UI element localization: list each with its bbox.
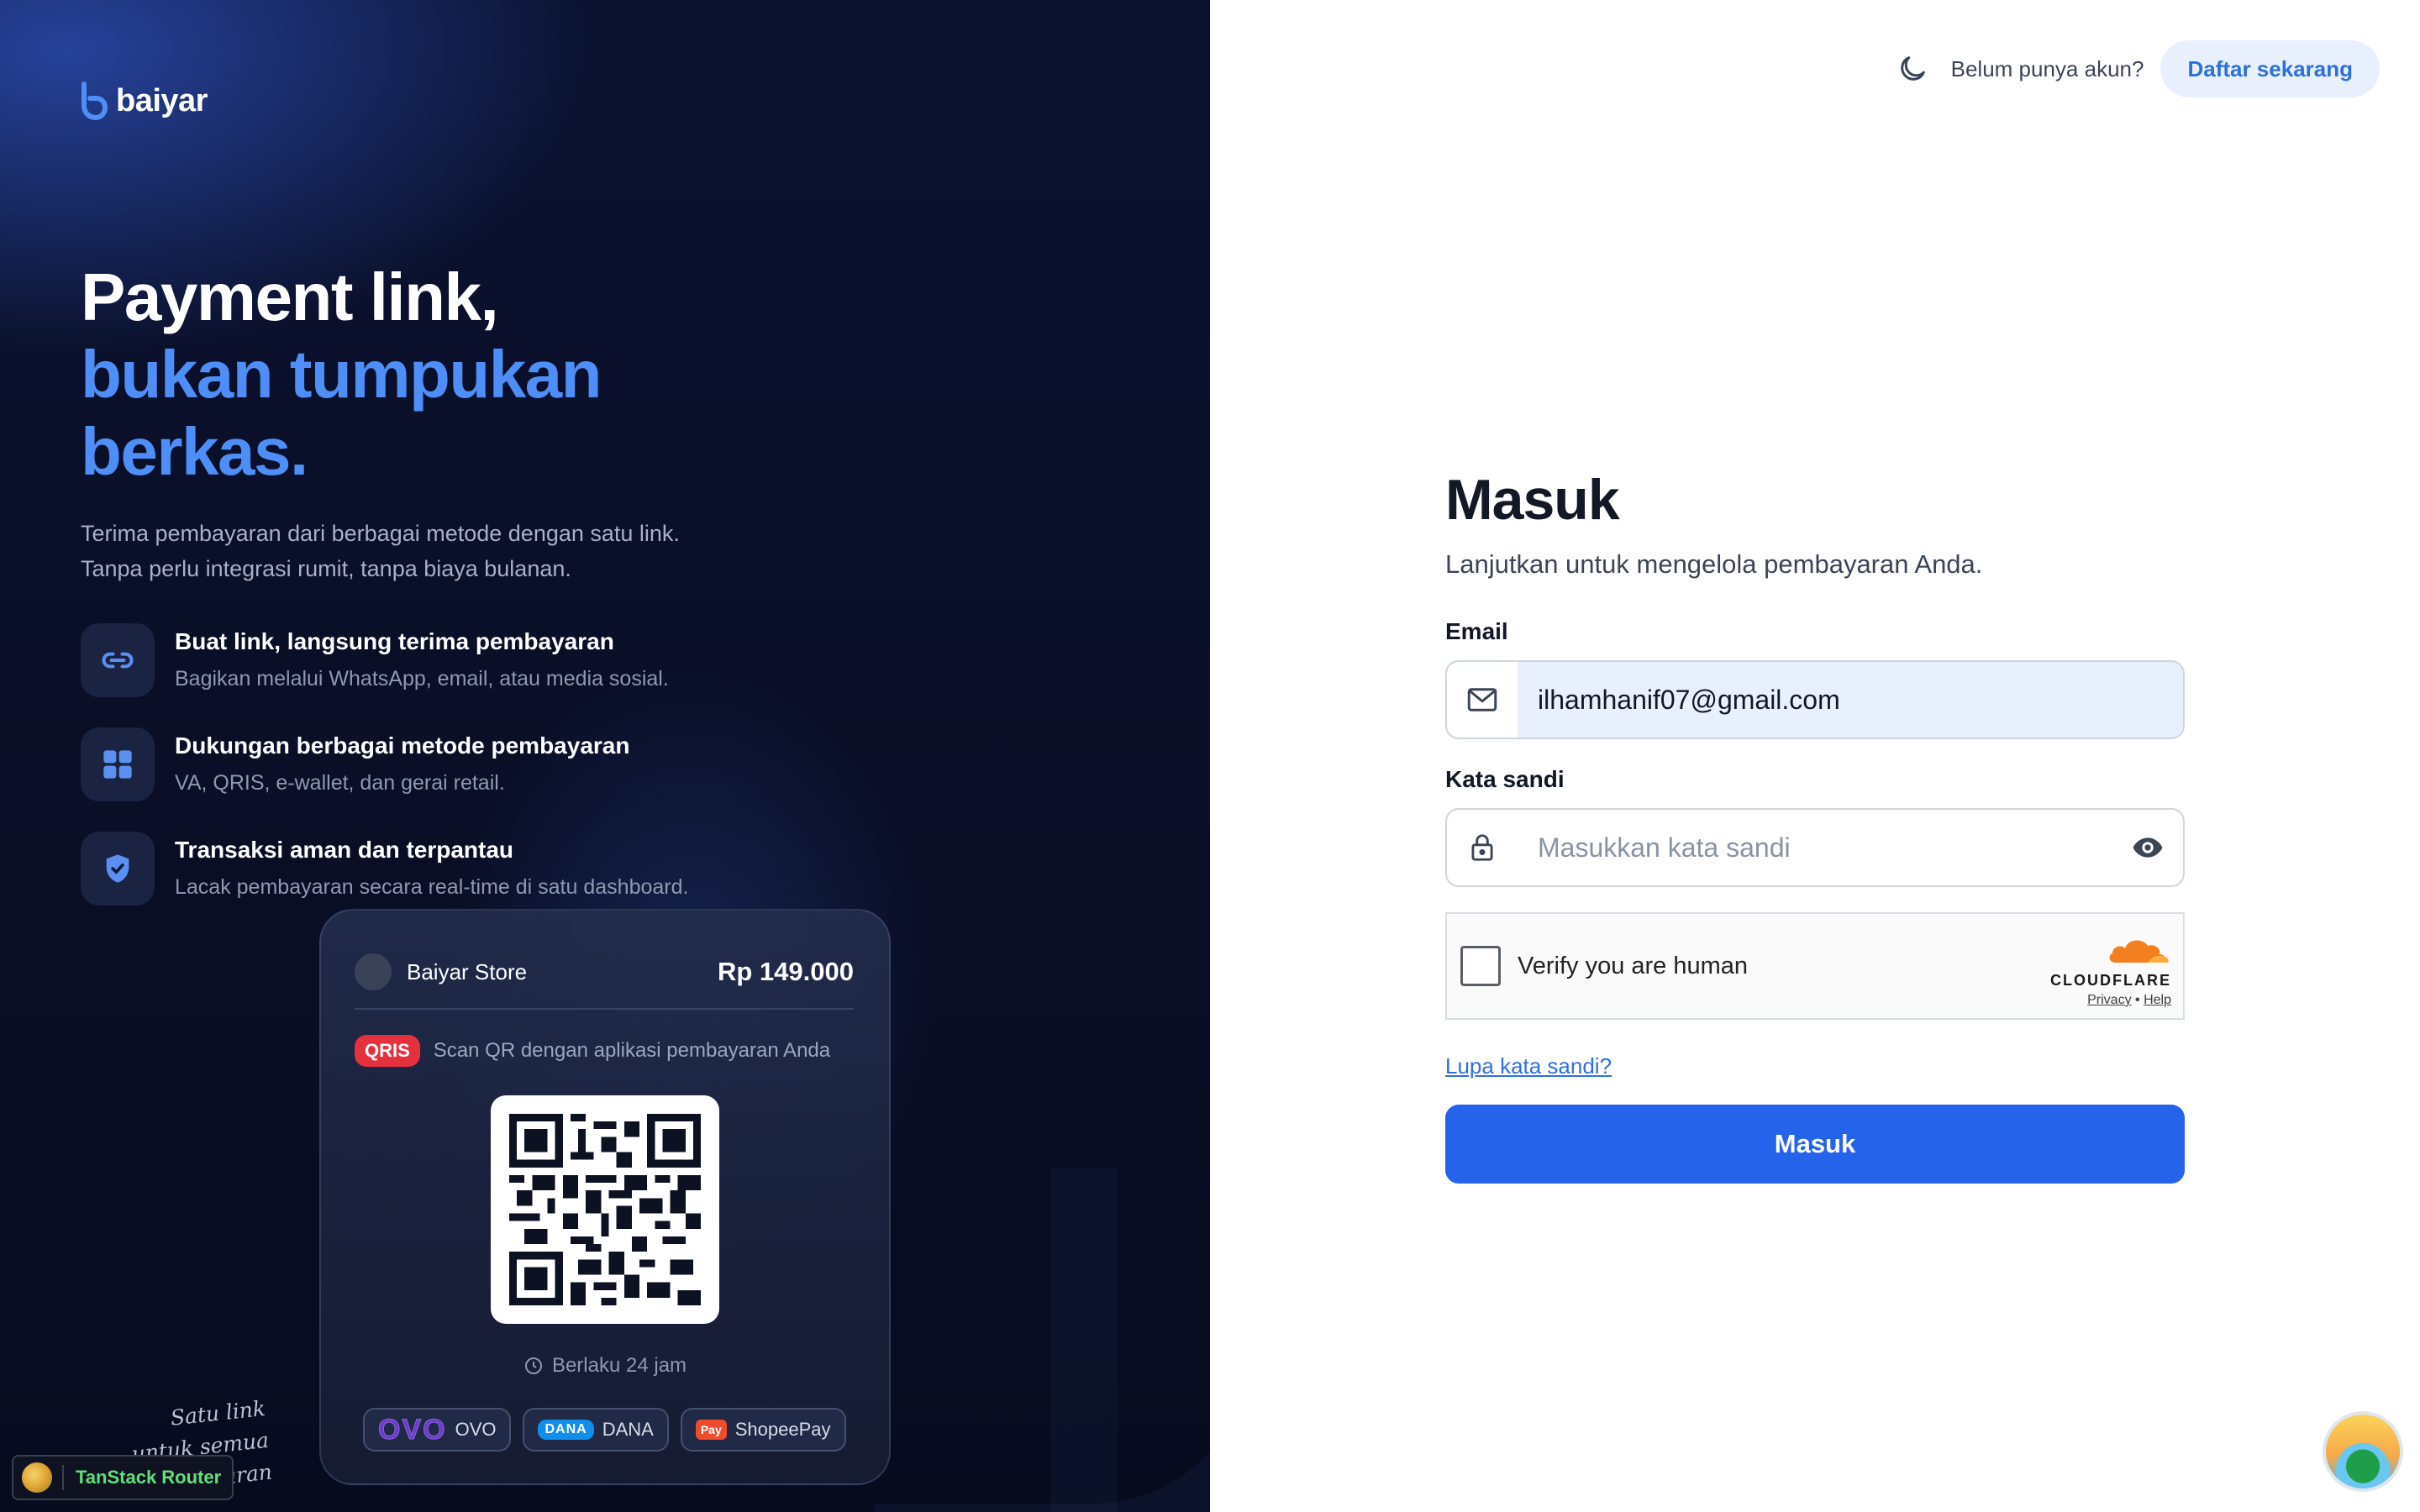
tagline-line-1: Terima pembayaran dari berbagai metode d… — [81, 521, 680, 546]
wallet-list: OVO OVO DANA DANA Pay ShopeePay — [363, 1408, 846, 1452]
baiyar-logo-icon — [82, 81, 108, 121]
login-form: Masuk Lanjutkan untuk mengelola pembayar… — [1445, 467, 2185, 1184]
wallet-label: DANA — [602, 1419, 654, 1440]
feature-title: Dukungan berbagai metode pembayaran — [175, 732, 630, 759]
link-icon — [81, 623, 155, 697]
feature-title: Transaksi aman dan terpantau — [175, 837, 514, 863]
page-subtitle: Lanjutkan untuk mengelola pembayaran And… — [1445, 549, 1983, 579]
captcha-checkbox[interactable] — [1460, 946, 1501, 986]
wallet-shopeepay: Pay ShopeePay — [680, 1408, 846, 1452]
email-field-wrapper — [1445, 660, 2185, 739]
wallet-ovo: OVO OVO — [363, 1408, 512, 1452]
headline-line-1: Payment link, — [81, 260, 499, 334]
brand-name: baiyar — [116, 82, 208, 118]
feature-item: Buat link, langsung terima pembayaran Ba… — [81, 623, 688, 697]
cloudflare-cloud-icon — [2109, 940, 2169, 963]
ovo-logo-icon: OVO — [378, 1413, 447, 1446]
cloudflare-captcha: Verify you are human CLOUDFLARE Privacy … — [1445, 912, 2185, 1020]
feature-title: Buat link, langsung terima pembayaran — [175, 628, 614, 654]
payment-amount: Rp 149.000 — [718, 957, 854, 986]
grid-icon — [81, 727, 155, 801]
qr-code — [491, 1095, 719, 1324]
marketing-panel: baiyar Payment link, bukan tumpukan berk… — [0, 0, 1210, 1512]
show-password-eye-icon[interactable] — [2112, 810, 2183, 885]
password-field-wrapper — [1445, 808, 2185, 887]
store-name: Baiyar Store — [407, 958, 528, 984]
store-avatar — [355, 953, 392, 990]
devtools-label: TanStack Router — [76, 1467, 222, 1488]
payment-preview-card: Baiyar Store Rp 149.000 QRIS Scan QR den… — [319, 909, 891, 1485]
auth-topbar: Belum punya akun? Daftar sekarang — [1896, 40, 2380, 97]
divider — [62, 1465, 64, 1490]
payment-card-header: Baiyar Store Rp 149.000 — [355, 944, 854, 1000]
dana-logo-icon: DANA — [538, 1420, 594, 1440]
captcha-help-link[interactable]: Help — [2144, 993, 2171, 1007]
qris-row: QRIS Scan QR dengan aplikasi pembayaran … — [355, 1035, 830, 1067]
qr-code-icon — [509, 1114, 701, 1305]
page-title: Masuk — [1445, 468, 1620, 532]
qris-instruction: Scan QR dengan aplikasi pembayaran Anda — [433, 1039, 831, 1062]
cloudflare-wordmark: CLOUDFLARE — [2050, 972, 2171, 989]
cloudflare-branding: CLOUDFLARE Privacy • Help — [2050, 932, 2171, 1008]
floating-avatar-button[interactable] — [2323, 1411, 2403, 1492]
feature-list: Buat link, langsung terima pembayaran Ba… — [81, 623, 688, 936]
password-label: Kata sandi — [1445, 766, 1565, 792]
signup-button[interactable]: Daftar sekarang — [2160, 40, 2380, 97]
email-label: Email — [1445, 618, 1508, 644]
password-field[interactable] — [1518, 810, 2112, 885]
shopeepay-logo-icon: Pay — [695, 1420, 727, 1440]
tagline-line-2: Tanpa perlu integrasi rumit, tanpa biaya… — [81, 556, 571, 581]
lock-icon — [1447, 810, 1518, 885]
headline-line-3: berkas. — [81, 414, 308, 489]
feature-item: Dukungan berbagai metode pembayaran VA, … — [81, 727, 688, 801]
wallet-label: ShopeePay — [734, 1419, 831, 1440]
feature-desc: VA, QRIS, e-wallet, dan gerai retail. — [175, 771, 505, 795]
qris-badge: QRIS — [355, 1035, 420, 1067]
tanstack-devtools-toggle[interactable]: TanStack Router — [12, 1455, 234, 1500]
wallet-dana: DANA DANA — [523, 1408, 669, 1452]
feature-desc: Bagikan melalui WhatsApp, email, atau me… — [175, 667, 669, 690]
feature-desc: Lacak pembayaran secara real-time di sat… — [175, 875, 689, 899]
tanstack-logo-icon — [22, 1462, 52, 1493]
mail-icon — [1447, 662, 1518, 738]
hero-tagline: Terima pembayaran dari berbagai metode d… — [81, 516, 770, 586]
shield-check-icon — [81, 832, 155, 906]
login-submit-button[interactable]: Masuk — [1445, 1105, 2185, 1184]
moon-icon[interactable] — [1896, 52, 1929, 86]
brand-watermark-stroke — [1050, 1168, 1210, 1512]
forgot-password-link[interactable]: Lupa kata sandi? — [1445, 1053, 1612, 1079]
captcha-privacy-link[interactable]: Privacy — [2087, 993, 2131, 1007]
wallet-label: OVO — [455, 1419, 497, 1440]
email-field[interactable] — [1518, 662, 2183, 738]
headline-line-2: bukan tumpukan — [81, 337, 602, 412]
captcha-link-separator: • — [2135, 993, 2140, 1007]
captcha-links: Privacy • Help — [2050, 993, 2171, 1008]
captcha-text: Verify you are human — [1518, 952, 1749, 979]
validity-text: Berlaku 24 jam — [551, 1354, 687, 1377]
no-account-text: Belum punya akun? — [1950, 55, 2144, 81]
feature-item: Transaksi aman dan terpantau Lacak pemba… — [81, 832, 689, 906]
brand-logo[interactable]: baiyar — [79, 81, 208, 121]
hero-headline: Payment link, bukan tumpukan berkas. — [81, 259, 602, 491]
divider — [355, 1008, 854, 1010]
clock-icon — [524, 1357, 542, 1374]
validity-note: Berlaku 24 jam — [321, 1354, 889, 1378]
